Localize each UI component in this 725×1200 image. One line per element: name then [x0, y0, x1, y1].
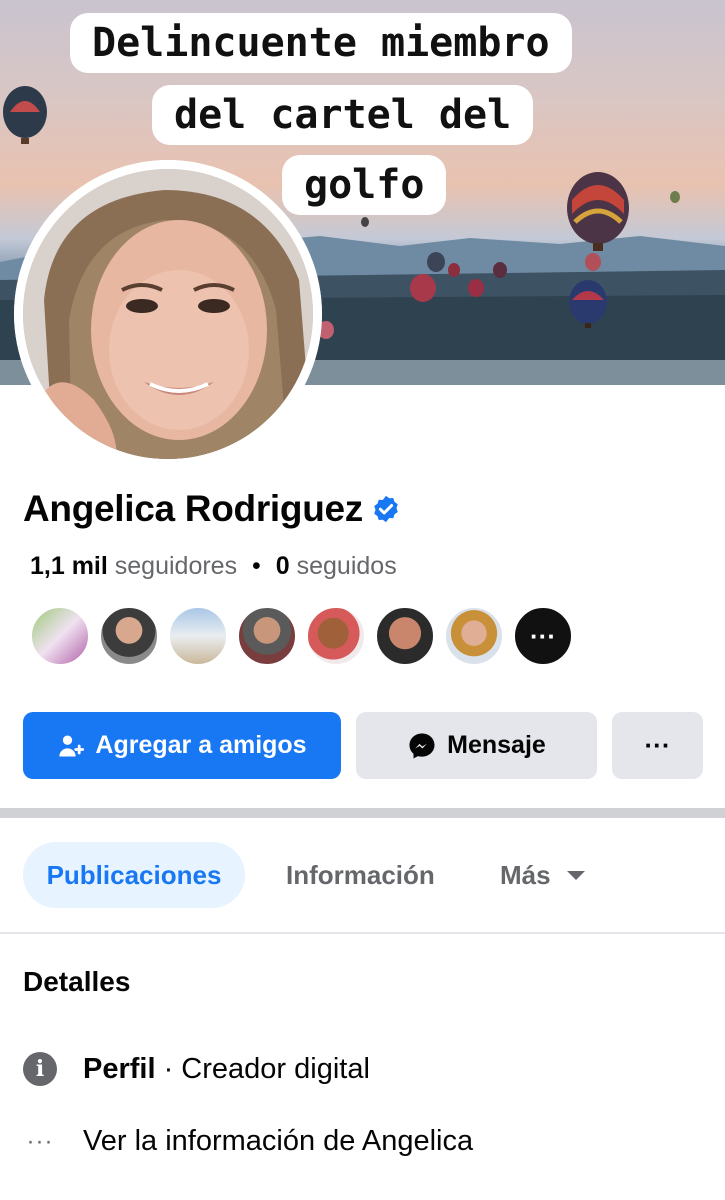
tab-more-label: Más: [500, 859, 551, 890]
more-options-icon: ···: [644, 730, 671, 760]
followers-label[interactable]: seguidores: [115, 552, 237, 580]
friends-avatar-row: ···: [30, 606, 582, 666]
info-icon: i: [23, 1052, 57, 1086]
cover-caption-line-1: Delincuente miembro: [70, 13, 572, 73]
add-friend-button[interactable]: Agregar a amigos: [23, 712, 341, 779]
balloon-5: [427, 252, 445, 272]
add-friend-label: Agregar a amigos: [95, 731, 307, 759]
balloon-4: [410, 274, 436, 302]
friend-avatar[interactable]: [375, 606, 435, 666]
balloon-8: [448, 263, 460, 277]
profile-avatar[interactable]: [14, 160, 322, 468]
cover-caption-line-3: golfo: [282, 155, 447, 215]
profile-stats: 1,1 mil seguidores • 0 seguidos: [30, 552, 397, 581]
profile-category-label: Perfil: [83, 1052, 156, 1085]
section-divider: [0, 808, 725, 818]
following-label[interactable]: seguidos: [297, 552, 397, 580]
message-button[interactable]: Mensaje: [356, 712, 597, 779]
following-count[interactable]: 0: [276, 552, 290, 580]
balloon-9: [585, 253, 601, 271]
more-friends-button[interactable]: ···: [513, 606, 573, 666]
messenger-icon: [409, 733, 435, 758]
tabs-separator: [0, 932, 725, 934]
friend-avatar[interactable]: [237, 606, 297, 666]
see-about-info-label: Ver la información de Angelica: [83, 1125, 474, 1157]
profile-name: Angelica Rodriguez: [23, 488, 401, 530]
balloon-7: [493, 262, 507, 278]
more-options-button[interactable]: ···: [612, 712, 703, 779]
profile-category-value: · Creador digital: [155, 1052, 370, 1085]
balloon-12: [361, 217, 369, 227]
tab-posts[interactable]: Publicaciones: [23, 842, 245, 908]
tab-information[interactable]: Información: [286, 842, 435, 908]
followers-count[interactable]: 1,1 mil: [30, 552, 108, 580]
friend-avatar[interactable]: [30, 606, 90, 666]
tab-information-label: Información: [286, 859, 435, 890]
profile-name-text: Angelica Rodriguez: [23, 488, 363, 529]
message-label: Mensaje: [447, 731, 546, 759]
friend-avatar[interactable]: [99, 606, 159, 666]
friend-avatar[interactable]: [168, 606, 228, 666]
profile-category-row: i Perfil · Creador digital: [23, 1052, 370, 1086]
cover-caption-line-2: del cartel del: [152, 85, 534, 145]
see-about-info-link[interactable]: ··· Ver la información de Angelica: [23, 1125, 474, 1158]
more-friends-icon: ···: [530, 620, 556, 651]
stats-separator: •: [252, 552, 261, 580]
tab-more[interactable]: Más: [500, 842, 585, 908]
balloon-10: [670, 191, 680, 203]
friend-avatar[interactable]: [444, 606, 504, 666]
balloon-6: [468, 279, 484, 297]
more-dots-icon: ···: [26, 1127, 54, 1155]
details-heading: Detalles: [23, 966, 131, 997]
add-friend-icon: [59, 735, 85, 756]
balloon-1: [3, 86, 47, 144]
caret-down-icon: [566, 870, 585, 880]
verified-badge-icon[interactable]: [371, 494, 401, 524]
friend-avatar[interactable]: [306, 606, 366, 666]
tab-posts-label: Publicaciones: [46, 859, 222, 890]
